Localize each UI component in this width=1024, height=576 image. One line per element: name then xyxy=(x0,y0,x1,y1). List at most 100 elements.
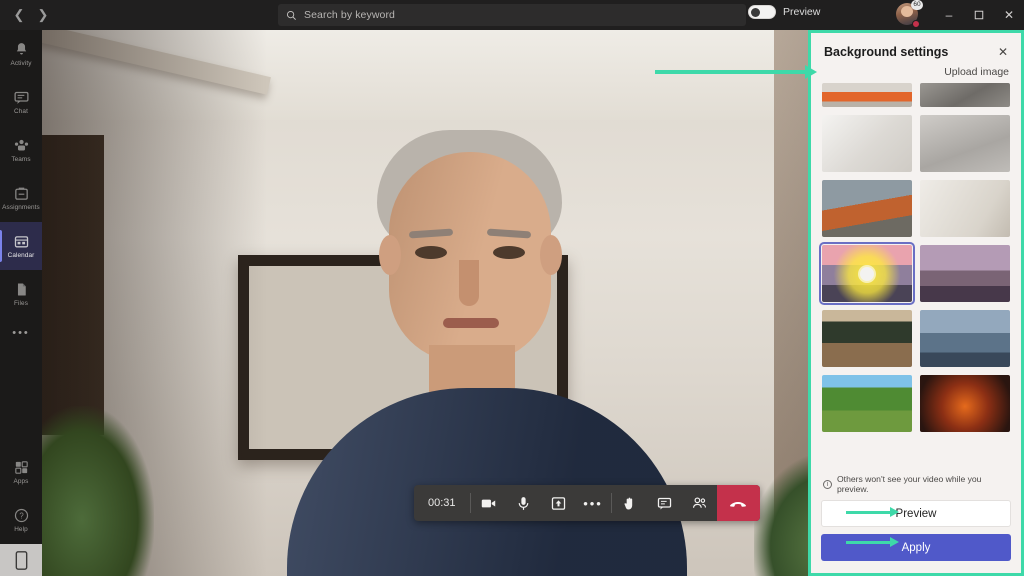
background-thumb-white-bright-room[interactable] xyxy=(822,115,912,172)
maximize-icon xyxy=(974,10,984,20)
call-controls-toolbar: 00:31 ••• xyxy=(414,485,760,521)
sidebar-item-calendar[interactable]: Calendar xyxy=(0,222,42,270)
minimize-button[interactable]: – xyxy=(934,0,964,30)
back-icon[interactable]: ❮ xyxy=(8,4,30,26)
search-icon xyxy=(286,10,296,20)
info-icon: i xyxy=(823,479,832,489)
nav-arrows: ❮ ❯ xyxy=(8,4,54,26)
sidebar-item-apps[interactable]: Apps xyxy=(0,448,42,496)
app-sidebar: Activity Chat Teams Assignments Calendar… xyxy=(0,30,42,576)
apps-icon xyxy=(14,461,28,474)
mobile-app-button[interactable] xyxy=(0,544,42,576)
background-thumb-spaceship-interior-illustration[interactable] xyxy=(920,310,1010,367)
panel-actions: Preview Apply xyxy=(811,500,1021,573)
sidebar-item-teams[interactable]: Teams xyxy=(0,126,42,174)
face-shading xyxy=(389,152,551,362)
arrow-head xyxy=(890,507,899,517)
microphone-icon xyxy=(518,496,528,510)
title-bar: ❮ ❯ Search by keyword Preview 60 – ✕ xyxy=(0,0,1024,30)
plant-left xyxy=(42,406,154,576)
search-placeholder-text: Search by keyword xyxy=(304,9,395,21)
camera-icon xyxy=(481,499,495,507)
sidebar-item-help[interactable]: ? Help xyxy=(0,496,42,544)
raise-hand-icon xyxy=(624,497,632,510)
sidebar-item-label: Calendar xyxy=(7,252,35,259)
svg-text:?: ? xyxy=(19,512,24,521)
arrow-head xyxy=(890,537,899,547)
preview-toggle-group[interactable]: Preview xyxy=(748,5,820,19)
background-thumb-grey-abstract-wall[interactable] xyxy=(920,83,1010,107)
background-thumb-grey-studio-room[interactable] xyxy=(920,115,1010,172)
status-badge xyxy=(912,20,920,28)
teams-icon xyxy=(14,139,28,151)
hangup-icon xyxy=(730,501,746,507)
more-actions-button[interactable]: ••• xyxy=(576,485,611,521)
search-bar[interactable]: Search by keyword xyxy=(278,4,746,26)
sidebar-item-activity[interactable]: Activity xyxy=(0,30,42,78)
preview-note-text: Others won't see your video while you pr… xyxy=(837,474,982,494)
camera-button[interactable] xyxy=(471,485,506,521)
sidebar-bottom-group: Apps ? Help xyxy=(0,448,42,576)
bell-icon xyxy=(16,43,26,55)
close-button[interactable]: ✕ xyxy=(994,0,1024,30)
background-thumb-loft-office-lounge[interactable] xyxy=(822,180,912,237)
window-controls-group: 60 – ✕ xyxy=(896,0,1024,30)
sidebar-item-label: Apps xyxy=(13,478,29,485)
sidebar-item-label: Files xyxy=(14,300,28,307)
apply-button[interactable]: Apply xyxy=(821,534,1011,561)
sidebar-item-label: Chat xyxy=(14,108,28,115)
background-thumb-minecraft-village-scene[interactable] xyxy=(822,375,912,432)
hangup-button[interactable] xyxy=(716,485,760,521)
background-thumb-fiery-battle-scene[interactable] xyxy=(920,375,1010,432)
arrow-shaft xyxy=(846,511,894,514)
call-timer: 00:31 xyxy=(428,497,456,509)
sidebar-item-label: Teams xyxy=(11,156,31,163)
close-icon[interactable]: ✕ xyxy=(995,44,1011,60)
calendar-icon xyxy=(14,236,28,248)
toggle-knob xyxy=(751,8,760,17)
page-title: Background settings xyxy=(824,45,949,59)
background-thumb-purple-mountain-illustration[interactable] xyxy=(920,245,1010,302)
sidebar-item-label: Help xyxy=(14,526,28,533)
share-screen-button[interactable] xyxy=(541,485,576,521)
eye-right xyxy=(493,246,525,259)
sidebar-item-files[interactable]: Files xyxy=(0,270,42,318)
background-thumb-orange-sofa-room[interactable] xyxy=(822,83,912,107)
sidebar-item-label: Assignments xyxy=(2,204,40,211)
nose xyxy=(459,260,479,306)
preview-toggle-label: Preview xyxy=(783,6,821,18)
upload-image-button[interactable]: Upload image xyxy=(811,66,1021,83)
preview-note: i Others won't see your video while you … xyxy=(811,466,1021,500)
sidebar-item-chat[interactable]: Chat xyxy=(0,78,42,126)
background-thumbnail-grid xyxy=(811,83,1021,466)
panel-header: Background settings ✕ xyxy=(811,33,1021,66)
background-thumb-beige-minimal-room[interactable] xyxy=(920,180,1010,237)
loading-spinner-icon xyxy=(860,266,874,281)
chat-bubble-icon xyxy=(657,497,671,510)
teams-meeting-window: ❮ ❯ Search by keyword Preview 60 – ✕ Act… xyxy=(0,0,1024,576)
participants-button[interactable] xyxy=(682,485,717,521)
microphone-button[interactable] xyxy=(506,485,541,521)
mobile-device-icon xyxy=(15,550,27,570)
preview-toggle-switch[interactable] xyxy=(748,5,776,19)
ear-right xyxy=(540,235,562,275)
participants-icon xyxy=(692,496,706,508)
help-icon: ? xyxy=(14,508,28,523)
sidebar-item-assignments[interactable]: Assignments xyxy=(0,174,42,222)
ear-left xyxy=(379,235,401,275)
chat-button[interactable] xyxy=(647,485,682,521)
background-thumb-yellow-bridge-illustration[interactable] xyxy=(819,242,915,305)
background-thumb-classroom-illustration[interactable] xyxy=(822,310,912,367)
sidebar-more-button[interactable]: ••• xyxy=(0,318,42,348)
mouth xyxy=(443,318,499,328)
raise-hand-button[interactable] xyxy=(612,485,647,521)
files-icon xyxy=(17,283,26,296)
avatar[interactable]: 60 xyxy=(896,0,923,28)
forward-icon[interactable]: ❯ xyxy=(32,4,54,26)
avatar-badge: 60 xyxy=(911,0,923,10)
arrow-shaft xyxy=(846,541,894,544)
background-settings-panel: Background settings ✕ Upload image i Oth… xyxy=(808,30,1024,576)
arrow-shaft xyxy=(655,70,807,74)
maximize-button[interactable] xyxy=(964,0,994,30)
sidebar-item-label: Activity xyxy=(10,60,32,67)
